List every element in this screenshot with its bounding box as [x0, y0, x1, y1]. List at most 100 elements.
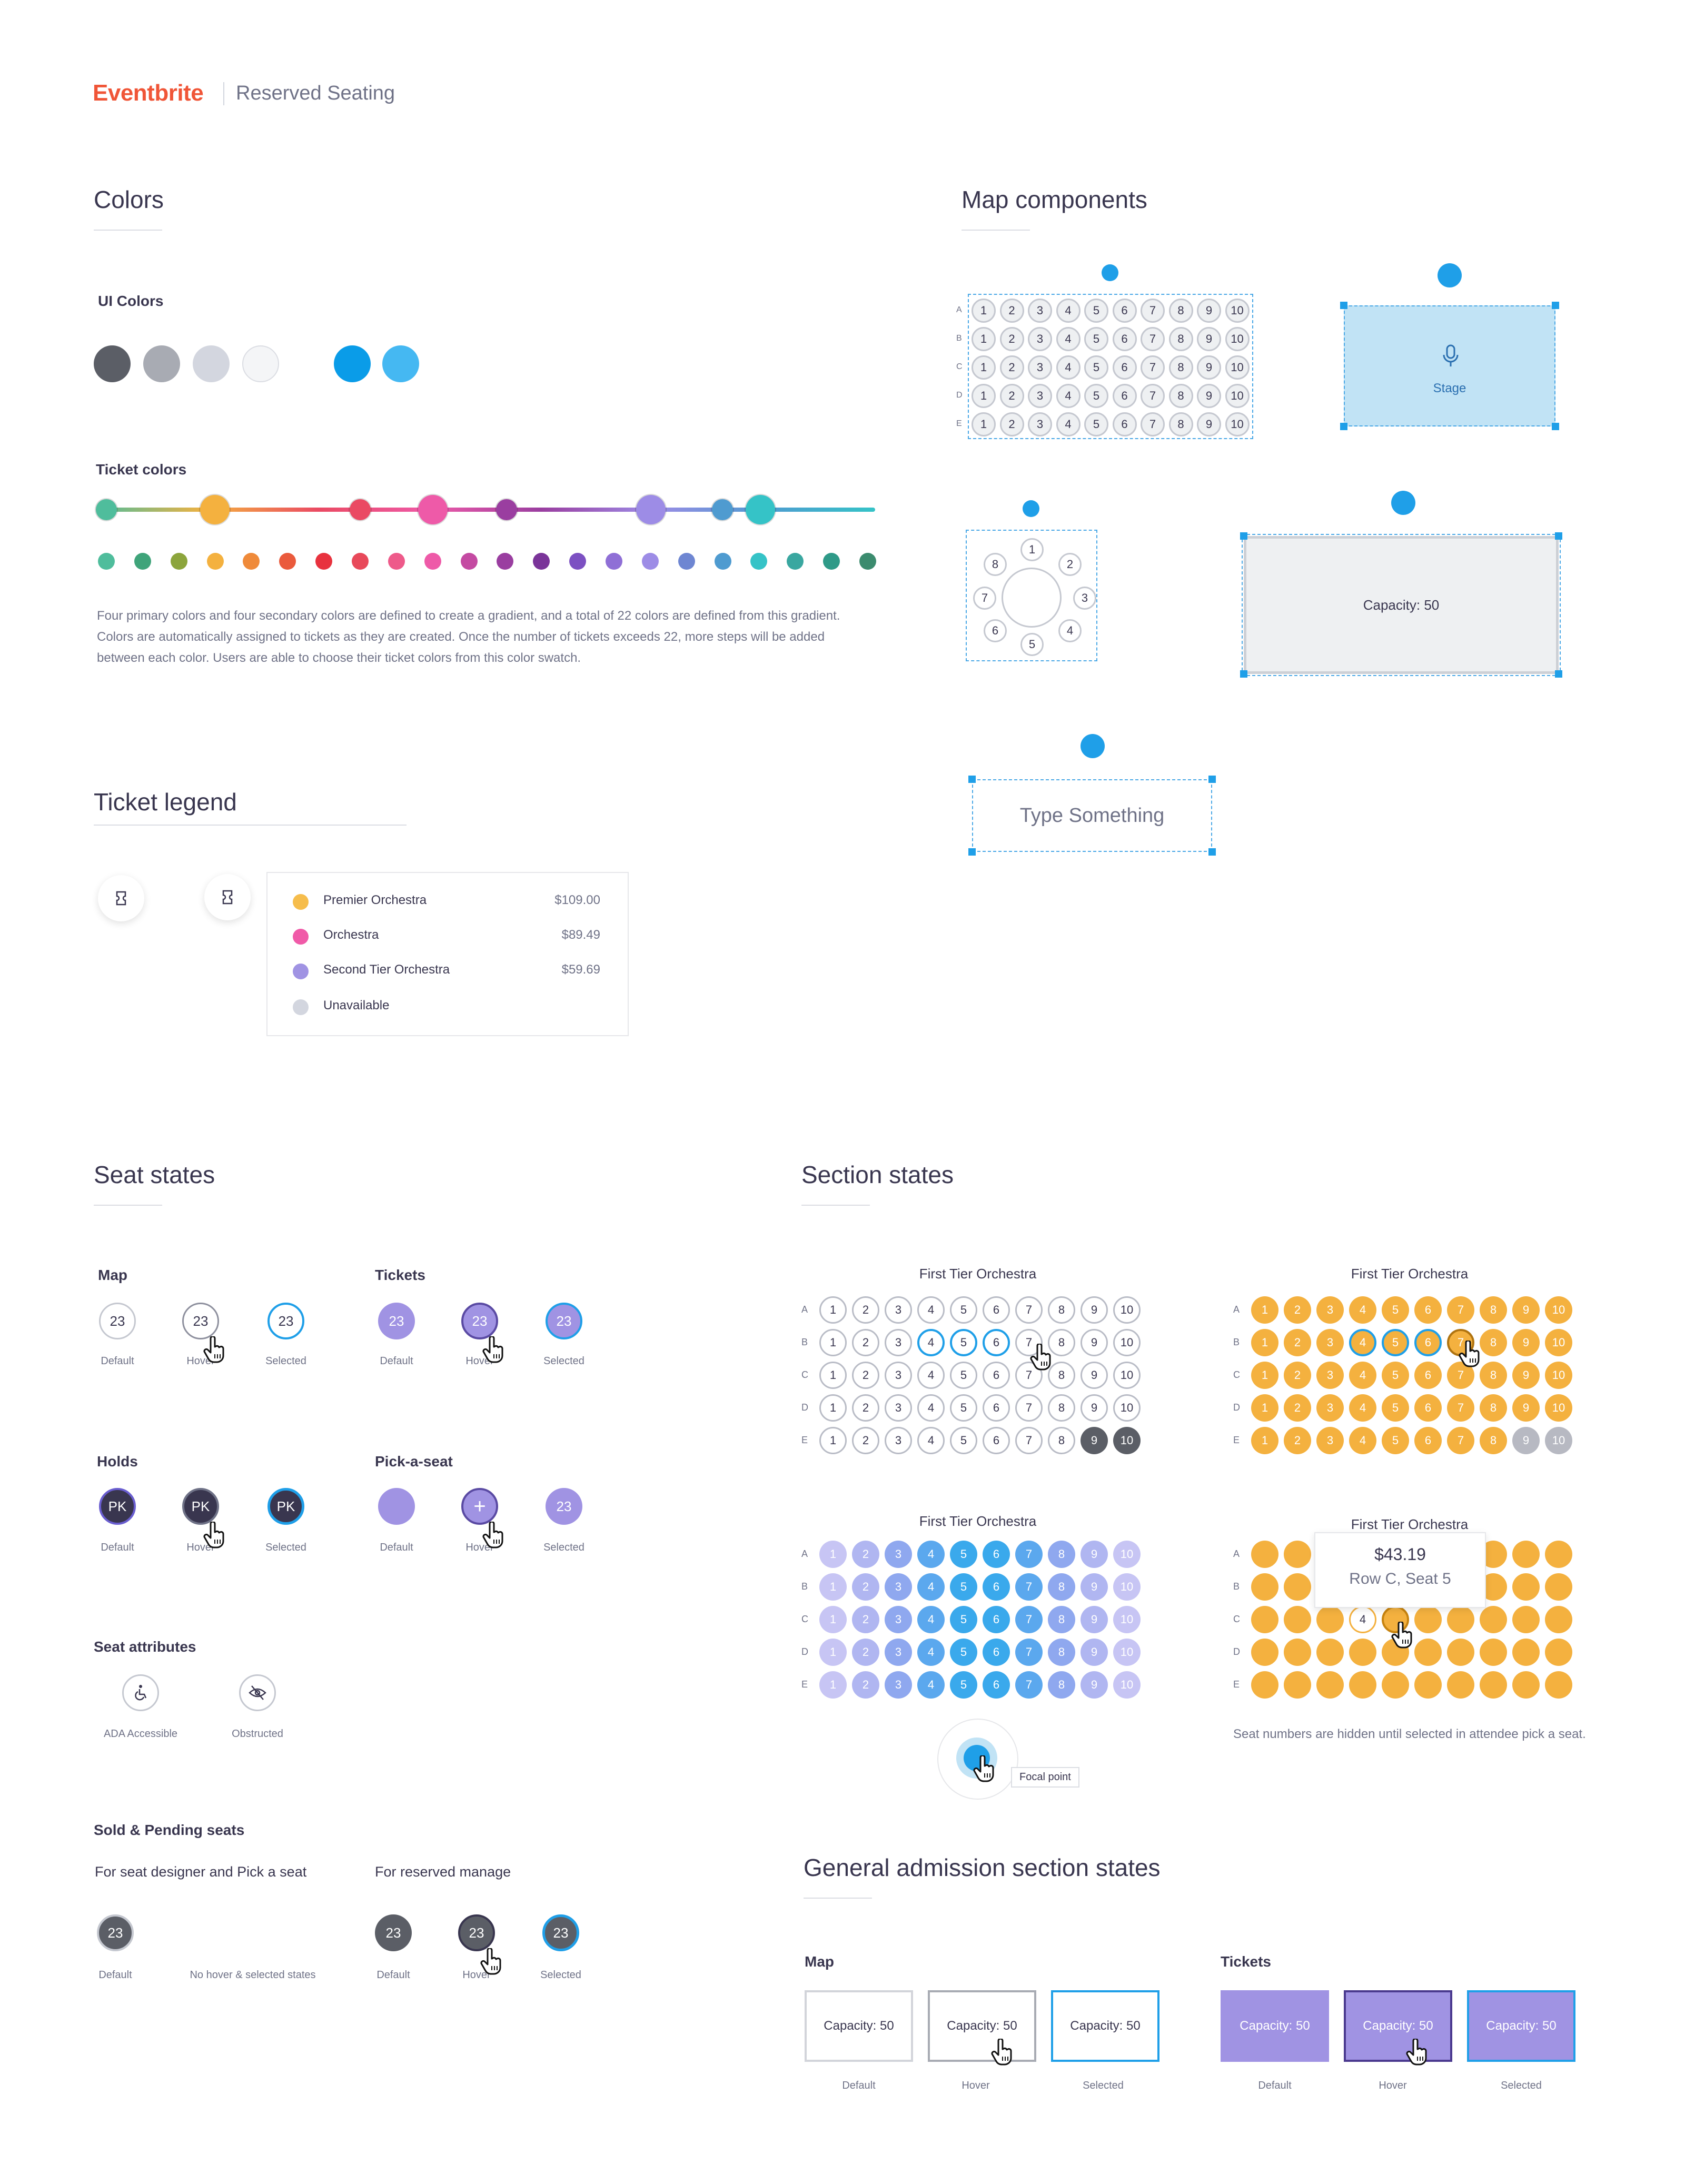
section-seat[interactable]: 10 — [1113, 1541, 1141, 1568]
section-seat[interactable] — [1512, 1671, 1540, 1699]
section-seat[interactable]: 5 — [1382, 1427, 1409, 1454]
section-seat[interactable]: 10 — [1113, 1329, 1141, 1356]
section-seat[interactable]: 8 — [1048, 1573, 1075, 1601]
ticket-color-swatch[interactable] — [714, 553, 731, 570]
section-seat[interactable]: 6 — [1414, 1296, 1442, 1324]
section-seat[interactable]: 3 — [885, 1639, 912, 1666]
section-seat[interactable]: 4 — [917, 1541, 945, 1568]
section-seat[interactable]: 10 — [1113, 1362, 1141, 1389]
resize-handle[interactable] — [1208, 776, 1216, 783]
section-seat[interactable] — [1382, 1671, 1409, 1699]
section-seat[interactable]: 6 — [983, 1329, 1010, 1356]
section-seat[interactable]: 4 — [917, 1394, 945, 1422]
section-seat[interactable]: 7 — [1015, 1671, 1043, 1699]
section-seat[interactable]: 1 — [819, 1541, 847, 1568]
stage-component[interactable]: Stage — [1344, 305, 1555, 426]
seat-ticket-selected[interactable]: 23 — [546, 1303, 582, 1339]
grid-seat[interactable]: 1 — [972, 412, 996, 436]
section-seat[interactable]: 7 — [1015, 1394, 1043, 1422]
grid-seat[interactable]: 3 — [1028, 299, 1052, 323]
section-seat[interactable]: 9 — [1081, 1606, 1108, 1633]
section-seat[interactable]: 2 — [1284, 1427, 1311, 1454]
section-seat[interactable] — [1545, 1671, 1572, 1699]
section-seat[interactable]: 8 — [1480, 1329, 1507, 1356]
table-seat[interactable]: 6 — [984, 619, 1007, 642]
section-seat[interactable]: 1 — [819, 1606, 847, 1633]
grid-seat[interactable]: 7 — [1141, 327, 1165, 351]
section-seat[interactable] — [1349, 1671, 1376, 1699]
grid-seat[interactable]: 8 — [1168, 384, 1193, 408]
grid-seat[interactable]: 4 — [1056, 412, 1081, 436]
section-seat[interactable]: 4 — [917, 1573, 945, 1601]
section-seat[interactable]: 1 — [1251, 1296, 1278, 1324]
section-seat[interactable]: 4 — [917, 1296, 945, 1324]
section-seat[interactable]: 1 — [1251, 1427, 1278, 1454]
section-seat[interactable]: 9 — [1081, 1671, 1108, 1699]
section-seat[interactable]: 10 — [1113, 1394, 1141, 1422]
section-seat[interactable]: 8 — [1048, 1394, 1075, 1422]
section-seat[interactable]: 9 — [1512, 1329, 1540, 1356]
section-seat[interactable]: 10 — [1113, 1639, 1141, 1666]
section-seat[interactable]: 8 — [1048, 1427, 1075, 1454]
section-seat[interactable]: 9 — [1081, 1329, 1108, 1356]
section-seat[interactable] — [1480, 1639, 1507, 1666]
grid-seat[interactable]: 5 — [1084, 355, 1108, 380]
seat-sold-manage-selected[interactable]: 23 — [542, 1914, 579, 1951]
section-seat[interactable]: 6 — [1414, 1394, 1442, 1422]
section-seat[interactable]: 6 — [983, 1606, 1010, 1633]
seat-sold-manage-default[interactable]: 23 — [375, 1914, 412, 1951]
ga-map-hover[interactable]: Capacity: 50 — [928, 1990, 1036, 2062]
section-seat[interactable] — [1251, 1573, 1278, 1601]
section-seat[interactable] — [1349, 1639, 1376, 1666]
seat-obstructed[interactable] — [239, 1674, 276, 1711]
section-seat[interactable]: 5 — [950, 1362, 977, 1389]
rotate-icon[interactable] — [1391, 491, 1415, 515]
ticket-color-swatch[interactable] — [641, 553, 659, 570]
legend-toggle-button[interactable] — [98, 875, 144, 921]
section-seat[interactable]: 2 — [852, 1427, 879, 1454]
section-seat[interactable]: 1 — [819, 1427, 847, 1454]
grid-seat[interactable]: 6 — [1112, 299, 1137, 323]
grid-seat[interactable]: 6 — [1112, 412, 1137, 436]
table-seat[interactable]: 2 — [1058, 553, 1082, 576]
section-seat[interactable] — [1480, 1671, 1507, 1699]
seat-ticket-hover[interactable]: 23 — [461, 1303, 498, 1339]
seat-ada[interactable] — [122, 1674, 159, 1711]
section-seat[interactable] — [1251, 1606, 1278, 1633]
section-seat[interactable]: 1 — [819, 1573, 847, 1601]
section-seat[interactable]: 5 — [1382, 1362, 1409, 1389]
grid-seat[interactable]: 1 — [972, 299, 996, 323]
section-seat[interactable]: 10 — [1545, 1362, 1572, 1389]
grid-seat[interactable]: 5 — [1084, 327, 1108, 351]
section-seat[interactable]: 3 — [885, 1296, 912, 1324]
section-seat[interactable]: 3 — [885, 1329, 912, 1356]
section-seat[interactable]: 6 — [1414, 1427, 1442, 1454]
section-seat[interactable]: 4 — [1349, 1362, 1376, 1389]
grid-seat[interactable]: 3 — [1028, 412, 1052, 436]
section-seat[interactable]: 8 — [1048, 1671, 1075, 1699]
grid-seat[interactable]: 2 — [999, 412, 1024, 436]
grid-seat[interactable]: 8 — [1168, 412, 1193, 436]
section-seat[interactable] — [1512, 1573, 1540, 1601]
section-seat[interactable]: 4 — [917, 1362, 945, 1389]
section-seat[interactable]: 9 — [1512, 1427, 1540, 1454]
grid-seat[interactable]: 9 — [1197, 327, 1221, 351]
section-seat[interactable]: 6 — [983, 1362, 1010, 1389]
section-seat[interactable]: 10 — [1545, 1427, 1572, 1454]
section-seat[interactable]: 9 — [1081, 1296, 1108, 1324]
grid-seat[interactable]: 9 — [1197, 384, 1221, 408]
grid-seat[interactable]: 2 — [999, 384, 1024, 408]
section-seat[interactable]: 2 — [1284, 1362, 1311, 1389]
seat-pick-selected[interactable]: 23 — [546, 1488, 582, 1525]
section-seat[interactable]: 5 — [950, 1394, 977, 1422]
section-seat[interactable] — [1512, 1639, 1540, 1666]
section-seat[interactable]: 2 — [852, 1606, 879, 1633]
resize-handle[interactable] — [1208, 848, 1216, 856]
section-seat[interactable] — [1284, 1606, 1311, 1633]
section-seat[interactable]: 5 — [950, 1639, 977, 1666]
table-seat[interactable]: 5 — [1020, 633, 1044, 656]
section-seat[interactable]: 10 — [1545, 1329, 1572, 1356]
section-seat[interactable]: 2 — [852, 1639, 879, 1666]
section-seat[interactable]: 7 — [1015, 1606, 1043, 1633]
section-seat[interactable]: 4 — [917, 1671, 945, 1699]
